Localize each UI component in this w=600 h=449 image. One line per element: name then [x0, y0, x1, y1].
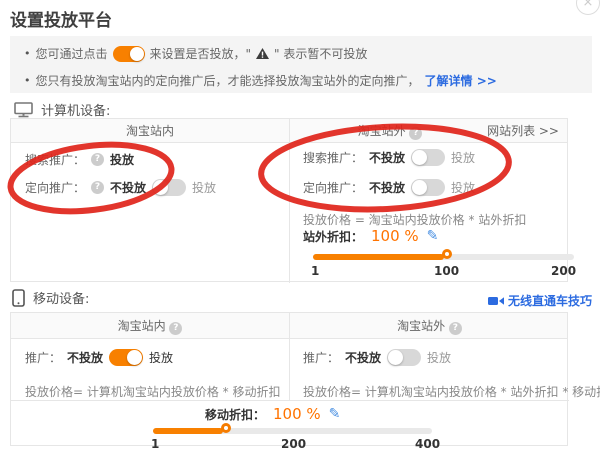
slider-min: 1	[151, 437, 159, 449]
toggle-knob	[412, 150, 427, 165]
mobile-insite-on-label: 投放	[149, 349, 173, 366]
offsite-search-toggle[interactable]	[411, 149, 445, 166]
mobile-section-title: 移动设备:	[12, 288, 89, 307]
question-icon[interactable]: ?	[91, 153, 104, 166]
slider-handle[interactable]	[442, 249, 452, 259]
mobile-insite-formula: 投放价格= 计算机淘宝站内投放价格 * 移动折扣	[25, 383, 281, 400]
mobile-insite-label: 推广：	[25, 349, 61, 366]
mobile-section-label: 移动设备:	[33, 288, 89, 307]
offsite-discount-value: 100 %	[371, 227, 419, 245]
mobile-offsite-on-label: 投放	[427, 349, 451, 366]
offsite-search-on-label: 投放	[451, 149, 475, 166]
slider-min: 1	[311, 264, 319, 278]
mobile-offsite-label: 推广：	[303, 349, 339, 366]
slider-max: 200	[551, 264, 576, 278]
mobile-offsite-formula: 投放价格= 计算机淘宝站内投放价格 * 站外折扣 * 移动折扣	[303, 383, 600, 400]
wireless-tips-link[interactable]: 无线直通车技巧	[488, 292, 592, 309]
question-icon[interactable]: ?	[169, 322, 182, 335]
notice1-mid: 来设置是否投放，"	[150, 45, 252, 62]
offsite-target-off-label: 不投放	[369, 179, 405, 196]
smartphone-icon	[12, 289, 25, 307]
insite-target-label: 定向推广：	[25, 179, 85, 196]
mobile-offsite-off-label: 不投放	[345, 349, 381, 366]
offsite-target-toggle[interactable]	[411, 179, 445, 196]
monitor-icon	[14, 102, 33, 118]
toggle-knob	[130, 47, 144, 61]
question-icon[interactable]: ?	[409, 127, 422, 140]
toggle-knob	[412, 180, 427, 195]
offsite-search-label: 搜索推广：	[303, 149, 363, 166]
slider-mid: 100	[434, 264, 459, 278]
toggle-knob	[153, 180, 168, 195]
notice1-post: " 表示暂不可投放	[274, 45, 367, 62]
set-delivery-platform-dialog: 设置投放平台 × • 您可通过点击 来设置是否投放，" " 表示暂不可投放 • …	[0, 0, 600, 449]
notice-line-2: • 您只有投放淘宝站内的定向推广后，才能选择投放淘宝站外的定向推广， 了解详情 …	[24, 72, 497, 89]
offsite-search-row: 搜索推广： 不投放 投放	[303, 149, 475, 166]
bullet-icon: •	[24, 74, 31, 87]
slider-fill	[313, 254, 444, 260]
notice1-pre: 您可通过点击	[36, 45, 108, 62]
question-icon[interactable]: ?	[449, 322, 462, 335]
offsite-target-row: 定向推广： 不投放 投放	[303, 179, 475, 196]
column-divider	[289, 313, 290, 400]
mobile-discount-slider[interactable]	[153, 428, 432, 434]
question-icon[interactable]: ?	[91, 181, 104, 194]
insite-target-off-label: 不投放	[110, 179, 146, 196]
warning-triangle-icon	[256, 48, 269, 59]
mobile-discount-label: 移动折扣：	[205, 406, 265, 423]
header-taobao-offsite: 淘宝站外 ?	[290, 119, 490, 143]
offsite-discount-slider[interactable]	[313, 254, 574, 260]
column-divider	[289, 119, 290, 283]
computer-section-title: 计算机设备:	[14, 100, 110, 119]
offsite-search-off-label: 不投放	[369, 149, 405, 166]
mobile-header-offsite-label: 淘宝站外	[397, 319, 445, 333]
toggle-knob	[127, 350, 142, 365]
mobile-offsite-row: 推广： 不投放 投放	[303, 349, 451, 366]
insite-target-on-label: 投放	[192, 179, 216, 196]
header-taobao-insite: 淘宝站内	[11, 119, 289, 143]
wireless-tips-label: 无线直通车技巧	[508, 292, 592, 309]
page-title: 设置投放平台	[10, 6, 112, 31]
mobile-insite-off-label: 不投放	[67, 349, 103, 366]
mobile-discount-value: 100 %	[273, 405, 321, 423]
slider-mid: 200	[281, 437, 306, 449]
edit-pencil-icon[interactable]: ✎	[329, 406, 341, 422]
header-taobao-offsite-label: 淘宝站外	[358, 124, 406, 138]
row-divider	[11, 400, 569, 401]
offsite-discount-row: 站外折扣： 100 % ✎	[303, 227, 438, 245]
computer-section-label: 计算机设备:	[41, 100, 110, 119]
video-camera-icon	[488, 296, 504, 306]
mobile-header-insite-label: 淘宝站内	[118, 319, 166, 333]
mobile-insite-row: 推广： 不投放 投放	[25, 349, 173, 366]
mobile-header-offsite: 淘宝站外 ?	[290, 313, 569, 339]
slider-handle[interactable]	[221, 423, 231, 433]
notice2-text: 您只有投放淘宝站内的定向推广后，才能选择投放淘宝站外的定向推广，	[36, 72, 420, 89]
insite-search-state: 投放	[110, 151, 134, 168]
edit-pencil-icon[interactable]: ✎	[427, 228, 439, 244]
insite-search-row: 搜索推广： ? 投放	[25, 151, 134, 168]
toggle-knob	[388, 350, 403, 365]
insite-search-label: 搜索推广：	[25, 151, 85, 168]
insite-target-toggle[interactable]	[152, 179, 186, 196]
offsite-target-label: 定向推广：	[303, 179, 363, 196]
bullet-icon: •	[24, 47, 31, 60]
mobile-header-insite: 淘宝站内 ?	[11, 313, 289, 339]
offsite-target-on-label: 投放	[451, 179, 475, 196]
slider-fill	[153, 428, 223, 434]
insite-target-row: 定向推广： ? 不投放 投放	[25, 179, 216, 196]
computer-table: 淘宝站内 淘宝站外 ? 网站列表 >> 搜索推广： ? 投放 定向推广： ? 不…	[10, 118, 568, 282]
mobile-offsite-toggle[interactable]	[387, 349, 421, 366]
offsite-price-formula: 投放价格 = 淘宝站内投放价格 * 站外折扣	[303, 211, 526, 228]
example-toggle[interactable]	[113, 46, 145, 62]
notice-box: • 您可通过点击 来设置是否投放，" " 表示暂不可投放 • 您只有投放淘宝站内…	[10, 36, 592, 93]
mobile-discount-row: 移动折扣： 100 % ✎	[205, 405, 340, 423]
mobile-table: 淘宝站内 ? 淘宝站外 ? 推广： 不投放 投放 投放价格= 计算机淘宝站内投放…	[10, 312, 568, 446]
website-list-link[interactable]: 网站列表 >>	[479, 119, 559, 143]
mobile-insite-toggle[interactable]	[109, 349, 143, 366]
slider-max: 400	[415, 437, 440, 449]
close-icon[interactable]: ×	[576, 0, 600, 15]
learn-more-link[interactable]: 了解详情 >>	[425, 72, 497, 89]
notice-line-1: • 您可通过点击 来设置是否投放，" " 表示暂不可投放	[24, 45, 367, 62]
offsite-discount-label: 站外折扣：	[303, 228, 363, 245]
